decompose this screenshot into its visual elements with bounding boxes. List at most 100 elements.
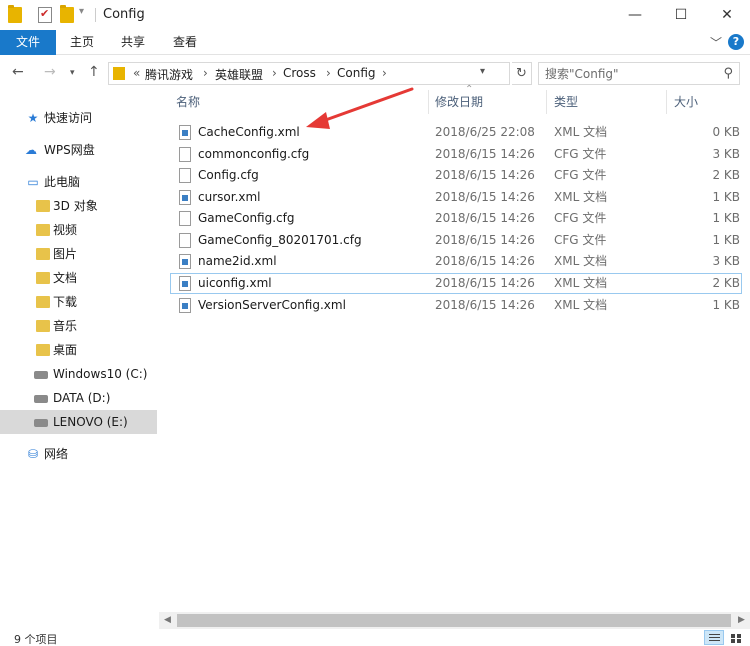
sidebar-item-quick-access[interactable]: ★ 快速访问 xyxy=(0,106,157,130)
file-row[interactable]: Config.cfg 2018/6/15 14:26 CFG 文件 2 KB xyxy=(170,165,742,186)
file-modified: 2018/6/15 14:26 xyxy=(435,190,535,204)
cfg-file-icon xyxy=(179,147,191,162)
sidebar-item-desktop[interactable]: 桌面 xyxy=(0,338,157,362)
column-modified[interactable]: 修改日期 xyxy=(435,90,483,114)
close-button[interactable]: ✕ xyxy=(704,0,750,30)
file-modified: 2018/6/15 14:26 xyxy=(435,168,535,182)
sidebar-item-drive-e[interactable]: LENOVO (E:) xyxy=(0,410,157,434)
breadcrumb-item[interactable]: Config xyxy=(337,66,376,80)
file-row[interactable]: GameConfig.cfg 2018/6/15 14:26 CFG 文件 1 … xyxy=(170,208,742,229)
breadcrumb-item[interactable]: Cross xyxy=(283,66,316,80)
address-dropdown-icon[interactable]: ▾ xyxy=(480,66,485,77)
sidebar-item-videos[interactable]: 视频 xyxy=(0,218,157,242)
file-row-selected[interactable]: uiconfig.xml 2018/6/15 14:26 XML 文档 2 KB xyxy=(170,273,742,294)
sidebar-item-pictures[interactable]: 图片 xyxy=(0,242,157,266)
ribbon-tabs: 文件 主页 共享 查看 ﹀ ? xyxy=(0,30,750,55)
column-name[interactable]: 名称 xyxy=(176,90,200,114)
folder-icon xyxy=(36,272,50,284)
file-modified: 2018/6/15 14:26 xyxy=(435,147,535,161)
sidebar-item-drive-d[interactable]: DATA (D:) xyxy=(0,386,157,410)
file-type: XML 文档 xyxy=(554,125,608,139)
back-arrow-icon[interactable]: ← xyxy=(12,64,24,80)
tab-view[interactable]: 查看 xyxy=(173,30,197,55)
column-divider[interactable] xyxy=(666,90,667,114)
sidebar-item-3d-objects[interactable]: 3D 对象 xyxy=(0,194,157,218)
column-divider[interactable] xyxy=(546,90,547,114)
sidebar-item-music[interactable]: 音乐 xyxy=(0,314,157,338)
sidebar-item-label: 桌面 xyxy=(53,343,78,357)
breadcrumb-separator[interactable]: › xyxy=(203,66,208,80)
breadcrumb-separator[interactable]: › xyxy=(326,66,331,80)
file-modified: 2018/6/15 14:26 xyxy=(435,298,535,312)
sidebar-item-documents[interactable]: 文档 xyxy=(0,266,157,290)
sidebar-item-this-pc[interactable]: ▭ 此电脑 xyxy=(0,170,157,194)
file-name: Config.cfg xyxy=(198,168,259,182)
folder-icon xyxy=(8,5,22,23)
drive-icon xyxy=(34,395,48,403)
large-icons-view-button[interactable] xyxy=(726,630,746,645)
sidebar-item-downloads[interactable]: 下载 xyxy=(0,290,157,314)
title-bar: ▾ Config — ☐ ✕ xyxy=(0,0,750,30)
recent-locations-icon[interactable]: ▾ xyxy=(70,68,75,78)
help-icon[interactable]: ? xyxy=(728,34,744,50)
file-row[interactable]: commonconfig.cfg 2018/6/15 14:26 CFG 文件 … xyxy=(170,144,742,165)
file-row[interactable]: name2id.xml 2018/6/15 14:26 XML 文档 3 KB xyxy=(170,251,742,272)
file-size: 1 KB xyxy=(712,298,740,312)
column-type[interactable]: 类型 xyxy=(554,90,578,114)
quick-access-dropdown-icon[interactable]: ▾ xyxy=(79,6,84,17)
chevron-down-icon[interactable]: ﹀ xyxy=(710,34,722,51)
drive-icon xyxy=(34,419,48,427)
column-header: ⌃ 名称 修改日期 类型 大小 xyxy=(170,84,750,114)
breadcrumb-overflow[interactable]: « xyxy=(133,66,140,80)
column-divider[interactable] xyxy=(428,90,429,114)
minimize-button[interactable]: — xyxy=(612,0,658,30)
horizontal-scrollbar[interactable]: ◀ ▶ xyxy=(159,612,750,629)
properties-icon[interactable] xyxy=(38,7,52,23)
address-bar[interactable]: « 腾讯游戏 › 英雄联盟 › Cross › Config › ▾ xyxy=(108,62,510,85)
large-icons-view-icon xyxy=(731,634,735,638)
sidebar-item-drive-c[interactable]: Windows10 (C:) xyxy=(0,362,157,386)
drive-icon xyxy=(34,371,48,379)
search-box: ⚲ xyxy=(538,62,740,85)
file-type: XML 文档 xyxy=(554,298,608,312)
cfg-file-icon xyxy=(179,211,191,226)
breadcrumb-item[interactable]: 英雄联盟 xyxy=(215,66,263,83)
tab-file[interactable]: 文件 xyxy=(0,30,56,55)
scroll-left-icon[interactable]: ◀ xyxy=(159,612,176,629)
column-size[interactable]: 大小 xyxy=(674,90,698,114)
item-count: 9 个项目 xyxy=(14,633,58,646)
breadcrumb-separator[interactable]: › xyxy=(382,66,387,80)
tab-home[interactable]: 主页 xyxy=(70,30,94,55)
file-modified: 2018/6/15 14:26 xyxy=(435,276,535,290)
breadcrumb-item[interactable]: 腾讯游戏 xyxy=(145,66,193,83)
file-name: CacheConfig.xml xyxy=(198,125,300,139)
details-view-button[interactable] xyxy=(704,630,724,645)
file-row[interactable]: cursor.xml 2018/6/15 14:26 XML 文档 1 KB xyxy=(170,187,742,208)
up-arrow-icon[interactable]: ↑ xyxy=(88,64,100,80)
file-modified: 2018/6/15 14:26 xyxy=(435,254,535,268)
file-row[interactable]: VersionServerConfig.xml 2018/6/15 14:26 … xyxy=(170,295,742,316)
folder-icon xyxy=(36,296,50,308)
breadcrumb-separator[interactable]: › xyxy=(272,66,277,80)
scroll-right-icon[interactable]: ▶ xyxy=(733,612,750,629)
forward-arrow-icon[interactable]: → xyxy=(44,64,56,80)
file-name: cursor.xml xyxy=(198,190,261,204)
file-row[interactable]: GameConfig_80201701.cfg 2018/6/15 14:26 … xyxy=(170,230,742,251)
file-modified: 2018/6/15 14:26 xyxy=(435,233,535,247)
refresh-icon[interactable]: ↻ xyxy=(512,62,532,85)
scrollbar-thumb[interactable] xyxy=(177,614,731,627)
maximize-button[interactable]: ☐ xyxy=(658,0,704,30)
new-folder-icon[interactable] xyxy=(60,5,74,23)
file-size: 3 KB xyxy=(712,254,740,268)
search-input[interactable] xyxy=(539,63,717,84)
file-row[interactable]: CacheConfig.xml 2018/6/25 22:08 XML 文档 0… xyxy=(170,122,742,143)
sidebar-item-wps-cloud[interactable]: ☁ WPS网盘 xyxy=(0,138,157,162)
cfg-file-icon xyxy=(179,233,191,248)
file-size: 0 KB xyxy=(712,125,740,139)
tab-share[interactable]: 共享 xyxy=(121,30,145,55)
file-type: CFG 文件 xyxy=(554,211,607,225)
sidebar-item-network[interactable]: ⛁ 网络 xyxy=(0,442,157,466)
search-icon[interactable]: ⚲ xyxy=(723,66,733,81)
file-type: CFG 文件 xyxy=(554,147,607,161)
status-bar: 9 个项目 xyxy=(0,630,750,646)
